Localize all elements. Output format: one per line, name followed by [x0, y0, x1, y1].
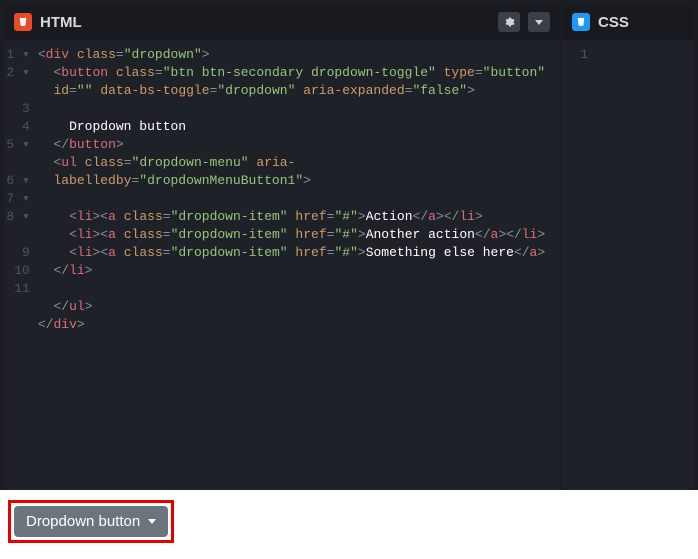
html-gutter: 1 ▾ 2 ▾ 3 4 5 ▾ 6 ▾ 7 ▾ 8 ▾ 9 10 11 — [4, 40, 38, 490]
css-logo-icon — [572, 13, 590, 31]
output-pane: Dropdown button — [0, 490, 698, 559]
dropdown-button[interactable]: Dropdown button — [14, 506, 168, 537]
dropdown-button-label: Dropdown button — [26, 513, 140, 530]
collapse-button[interactable] — [528, 12, 550, 32]
panel-css: CSS 1 — [562, 4, 694, 490]
html-logo-icon — [14, 13, 32, 31]
gear-icon — [503, 16, 515, 28]
css-code-body[interactable]: 1 — [562, 40, 694, 490]
html-code[interactable]: <div class="dropdown"> <button class="bt… — [38, 40, 560, 490]
editor-area: HTML 1 ▾ 2 ▾ 3 4 5 ▾ 6 ▾ 7 ▾ 8 ▾ 9 10 11… — [0, 0, 698, 490]
css-code[interactable] — [596, 40, 606, 490]
panel-html-title: HTML — [40, 14, 490, 31]
panel-css-title: CSS — [598, 14, 684, 31]
panel-css-header: CSS — [562, 4, 694, 40]
panel-html: HTML 1 ▾ 2 ▾ 3 4 5 ▾ 6 ▾ 7 ▾ 8 ▾ 9 10 11… — [4, 4, 560, 490]
html-code-body[interactable]: 1 ▾ 2 ▾ 3 4 5 ▾ 6 ▾ 7 ▾ 8 ▾ 9 10 11 <div… — [4, 40, 560, 490]
settings-button[interactable] — [498, 12, 520, 32]
chevron-down-icon — [535, 20, 543, 25]
caret-down-icon — [148, 519, 156, 524]
css-gutter: 1 — [562, 40, 596, 490]
panel-html-header: HTML — [4, 4, 560, 40]
highlight-annotation: Dropdown button — [8, 500, 174, 543]
